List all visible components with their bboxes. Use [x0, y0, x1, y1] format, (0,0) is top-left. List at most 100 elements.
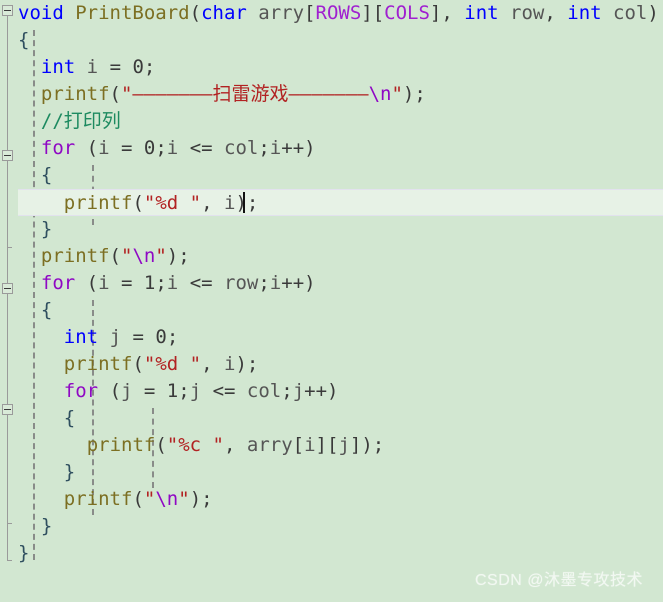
code-line[interactable]: printf("———————扫雷游戏———————\n"); [0, 81, 663, 108]
outlining-gutter[interactable] [0, 0, 18, 602]
code-token-esc: \n [155, 488, 179, 510]
code-token-pun: = [132, 380, 167, 402]
code-line-current[interactable]: printf("%d ", i); [0, 189, 663, 216]
code-token-id: i [86, 56, 99, 78]
code-token-str: " [178, 488, 190, 510]
code-line-text: } [41, 513, 52, 540]
code-token-pun: ( [155, 434, 167, 456]
code-token-kw: int [567, 2, 602, 24]
code-token-id: i [166, 137, 179, 159]
code-token-fn: printf [63, 488, 133, 510]
code-line[interactable]: int j = 0; [0, 324, 663, 351]
code-line-text: printf("———————扫雷游戏———————\n"); [41, 81, 426, 108]
code-token-id: i [269, 137, 282, 159]
code-token-kw: int [63, 326, 99, 348]
code-token-pun: ; [258, 137, 270, 159]
code-token-num: 0 [155, 326, 167, 348]
code-token-pun: ][ [315, 434, 339, 456]
code-token-pun: ; [155, 137, 167, 159]
code-line-text: { [41, 162, 52, 189]
code-line-text: printf("\n"); [41, 243, 190, 270]
code-line[interactable]: { [0, 297, 663, 324]
code-line-text: { [41, 297, 52, 324]
outline-stub-2 [7, 523, 12, 524]
code-token-id: i [166, 272, 179, 294]
code-line[interactable]: } [0, 216, 663, 243]
code-line-text: //打印列 [41, 108, 121, 135]
code-line-text: for (j = 1;j <= col;j++) [64, 378, 339, 405]
code-line[interactable]: } [0, 513, 663, 540]
fold-for-loop-row-icon[interactable] [2, 283, 13, 294]
code-token-pun: ; [166, 326, 179, 348]
code-line[interactable]: { [0, 405, 663, 432]
code-line[interactable]: int i = 0; [0, 54, 663, 81]
code-token-pun: = [109, 137, 144, 159]
code-token-pun: ( [75, 137, 99, 159]
code-token-id: col [224, 137, 259, 159]
code-line-text: printf("%d ", i); [64, 351, 259, 378]
code-line[interactable]: void PrintBoard(char arry[ROWS][COLS], i… [0, 0, 663, 27]
code-token-id: i [98, 137, 110, 159]
code-token-pun: ( [75, 272, 99, 294]
code-token-pun: ; [178, 380, 190, 402]
code-token-ctl: for [63, 380, 99, 402]
code-line[interactable]: printf("\n"); [0, 486, 663, 513]
code-line-text: void PrintBoard(char arry[ROWS][COLS], i… [18, 0, 659, 27]
code-token-pun: , [544, 2, 568, 24]
code-line[interactable]: //打印列 [0, 108, 663, 135]
code-token-id: i [304, 434, 316, 456]
csdn-watermark: CSDN @沐墨专攻技术 [474, 572, 643, 589]
code-token-num: 0 [143, 137, 156, 159]
code-text-area[interactable]: void PrintBoard(char arry[ROWS][COLS], i… [0, 0, 663, 602]
code-line[interactable]: printf("%c ", arry[i][j]); [0, 432, 663, 459]
code-line[interactable]: for (j = 1;j <= col;j++) [0, 378, 663, 405]
code-line-text: printf("%d ", i); [64, 190, 259, 217]
code-token-pun: ( [132, 488, 144, 510]
code-line-text: printf("%c ", arry[i][j]); [87, 432, 385, 459]
code-token-id: row [224, 272, 259, 294]
code-token-fn: printf [86, 434, 156, 456]
code-token-fn: printf [63, 192, 133, 214]
fold-for-loop-col-icon[interactable] [2, 150, 13, 161]
code-line[interactable]: printf("%d ", i); [0, 351, 663, 378]
code-token-pun: ( [109, 245, 121, 267]
code-line[interactable]: for (i = 1;i <= row;i++) [0, 270, 663, 297]
code-line[interactable]: printf("\n"); [0, 243, 663, 270]
outline-stub-1 [7, 247, 12, 248]
code-token-id: col [613, 2, 648, 24]
code-token-brc: } [40, 218, 53, 240]
code-token-pun [98, 326, 109, 348]
code-token-mac: ROWS [315, 2, 362, 24]
code-token-pun: , [201, 353, 224, 375]
fold-for-loop-inner-col-icon[interactable] [2, 404, 13, 415]
code-line[interactable]: { [0, 162, 663, 189]
code-token-str: " [155, 245, 167, 267]
code-token-pun: ; [155, 272, 167, 294]
code-token-fn: printf [40, 245, 110, 267]
code-token-kw: int [464, 2, 499, 24]
code-token-pun: ( [132, 192, 144, 214]
code-token-pun [602, 2, 613, 24]
code-line[interactable]: { [0, 27, 663, 54]
code-token-pun: ) [647, 2, 659, 24]
code-line[interactable]: } [0, 540, 663, 567]
code-token-pun: ); [166, 245, 190, 267]
code-line[interactable]: } [0, 459, 663, 486]
code-token-id: i [98, 272, 110, 294]
code-line-text: int i = 0; [41, 54, 155, 81]
code-token-brc: { [40, 299, 53, 321]
code-line-text: { [64, 405, 75, 432]
code-token-pun: ( [132, 353, 144, 375]
code-token-id: i [223, 353, 236, 375]
code-line[interactable]: for (i = 0;i <= col;i++) [0, 135, 663, 162]
code-token-pun: ); [189, 488, 213, 510]
code-token-num: 1 [166, 380, 179, 402]
code-token-pun: , [223, 434, 247, 456]
code-token-ctl: for [40, 272, 76, 294]
code-token-pun: ( [98, 380, 122, 402]
code-token-brc: } [63, 461, 76, 483]
code-editor[interactable]: void PrintBoard(char arry[ROWS][COLS], i… [0, 0, 663, 602]
code-token-id: i [269, 272, 282, 294]
code-token-brc: { [40, 164, 53, 186]
fold-function-printboard-icon[interactable] [2, 5, 13, 16]
